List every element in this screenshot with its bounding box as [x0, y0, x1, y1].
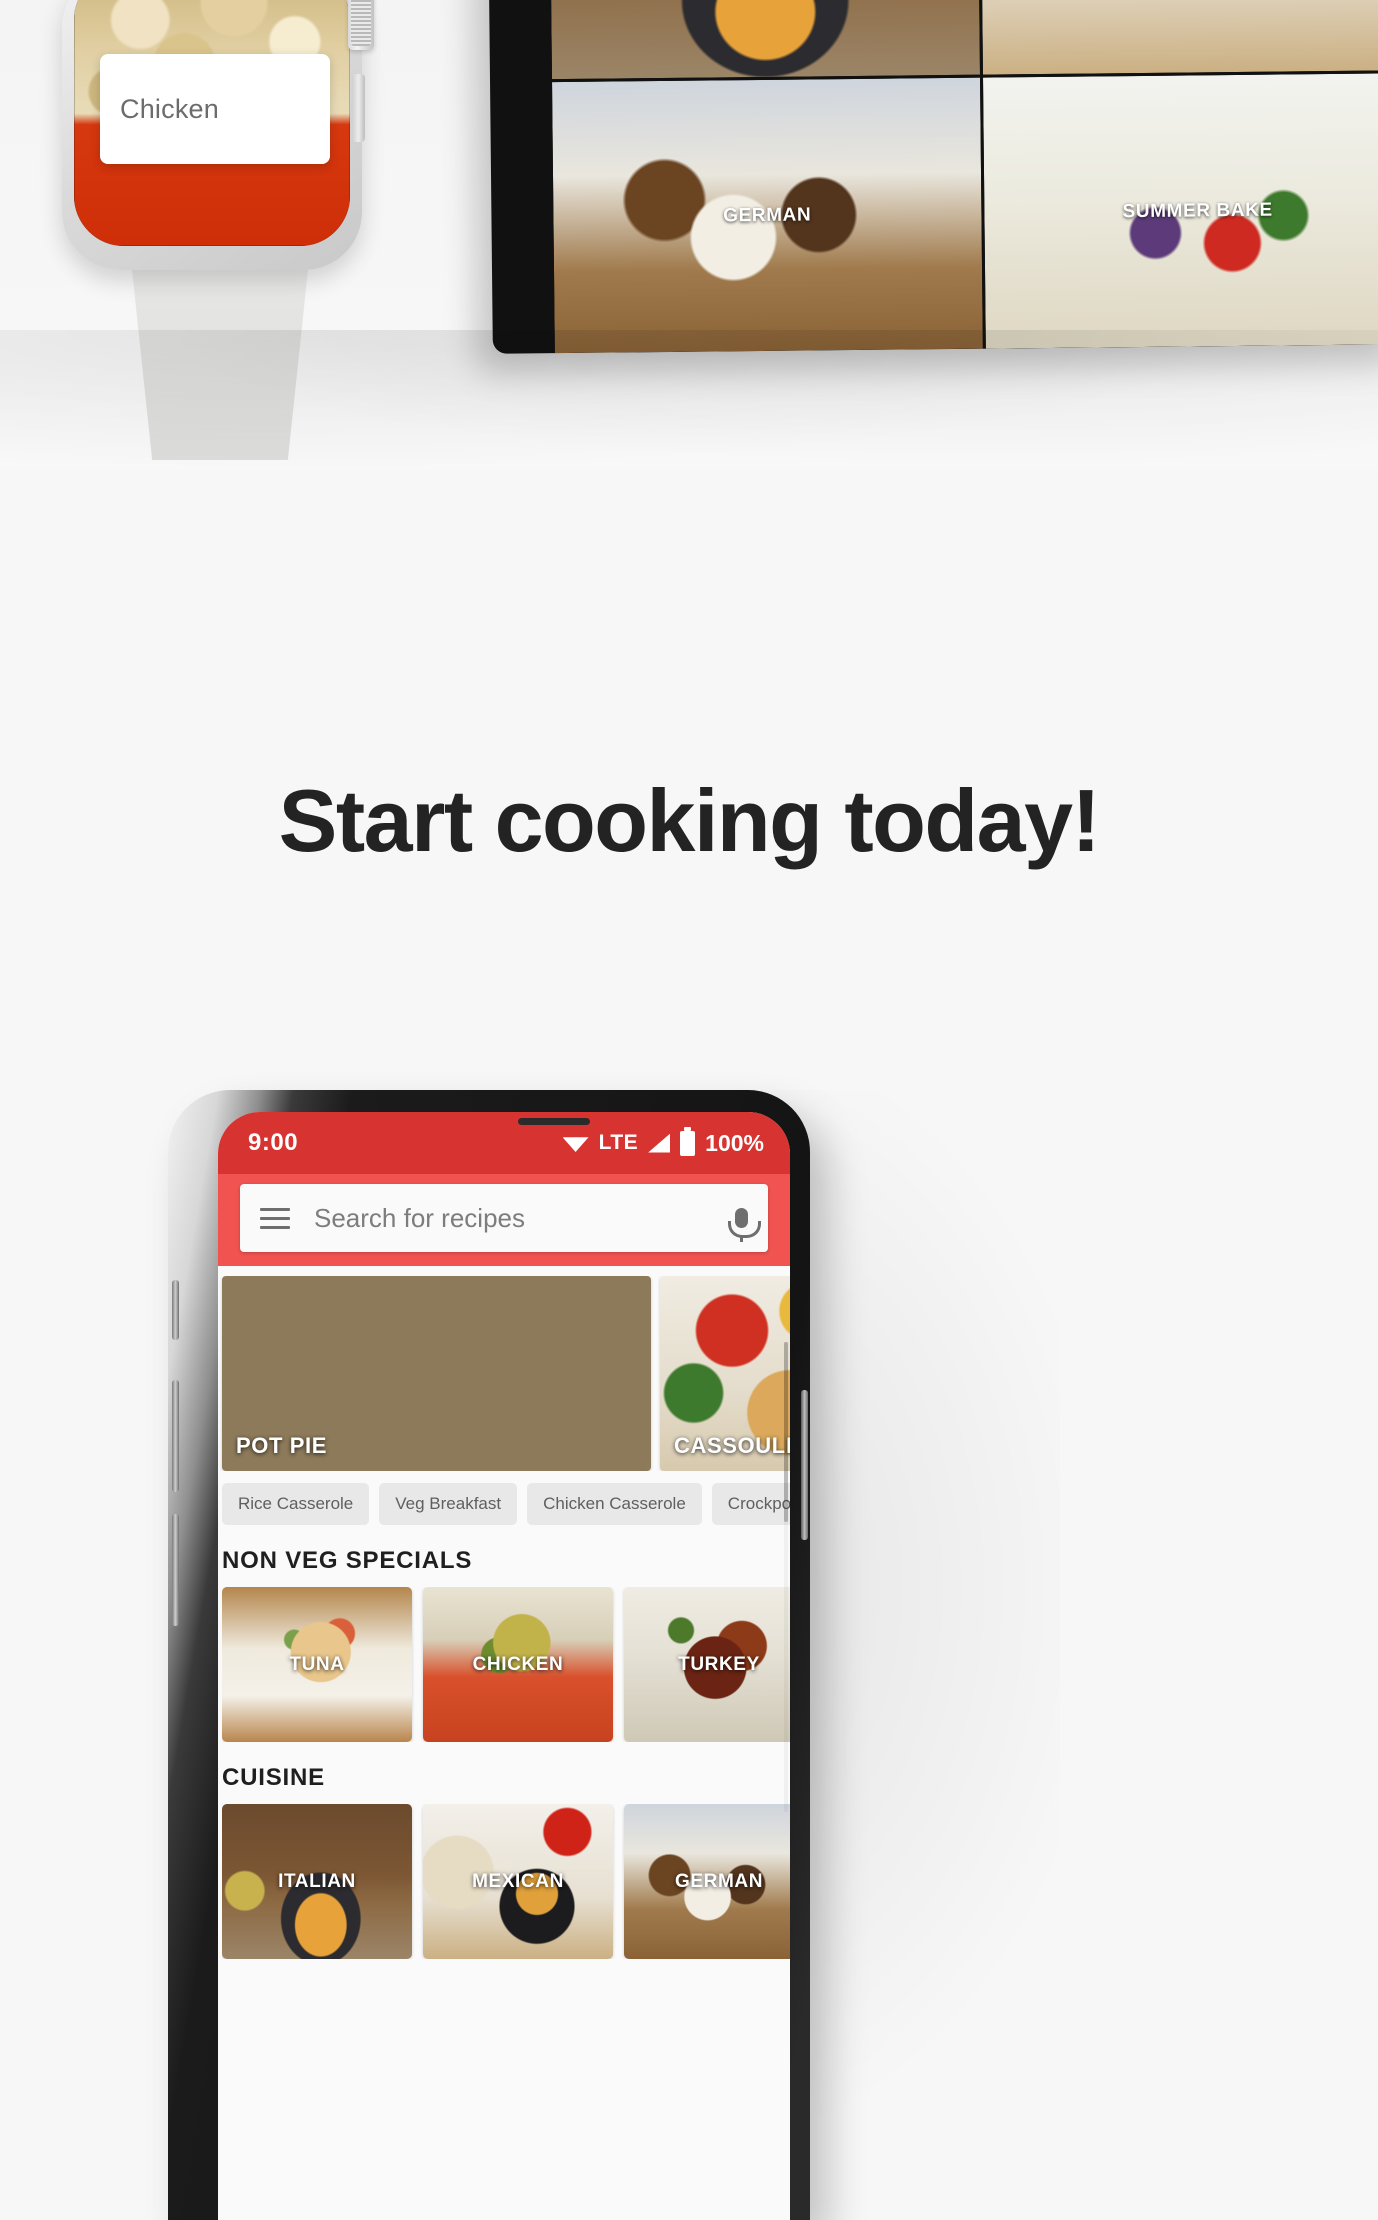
phone-volume-down-button[interactable]	[172, 1514, 179, 1626]
section-cuisine: CUISINE ITALIAN MEXICAN GERMAN	[218, 1742, 790, 1959]
chip-rice-casserole[interactable]: Rice Casserole	[222, 1483, 370, 1525]
hero-card-pot-pie[interactable]: POT PIE	[222, 1276, 651, 1471]
microphone-icon[interactable]	[728, 1208, 761, 1242]
card-label: TURKEY	[678, 1653, 760, 1675]
phone-mute-button[interactable]	[172, 1280, 179, 1340]
search-input[interactable]: Search for recipes	[314, 1203, 735, 1234]
tablet-tile-mexican[interactable]: MEXICAN	[979, 0, 1378, 75]
italian-dish-image	[549, 0, 980, 80]
chip-chicken-casserole[interactable]: Chicken Casserole	[527, 1483, 702, 1525]
card-german[interactable]: GERMAN	[624, 1804, 790, 1959]
search-bar[interactable]: Search for recipes	[240, 1184, 768, 1252]
chip-crockpot-seafood[interactable]: Crockpot Seafood	[711, 1483, 790, 1525]
card-label: GERMAN	[674, 1870, 764, 1892]
phone-earpiece-speaker	[518, 1118, 590, 1125]
battery-percentage-label: 100%	[705, 1129, 764, 1156]
tablet-tile-italian[interactable]: ITALIAN	[549, 0, 980, 80]
tablet-tile-summer-bake[interactable]: SUMMER BAKE	[982, 73, 1378, 349]
phone-device: 9:00 LTE 100% Search for recipes POT PIE…	[168, 1090, 810, 2220]
scrollbar-thumb[interactable]	[784, 1342, 788, 1522]
hero-card-label: POT PIE	[236, 1433, 327, 1458]
hero-card-cassoulet[interactable]: CASSOULET	[660, 1276, 790, 1471]
mexican-dish-image	[979, 0, 1378, 75]
card-label: MEXICAN	[472, 1870, 564, 1892]
page-headline: Start cooking today!	[278, 771, 1101, 870]
watch-recipe-card[interactable]: Chicken	[100, 54, 330, 164]
wifi-icon	[562, 1137, 589, 1152]
status-bar-time: 9:00	[248, 1129, 299, 1156]
card-label: CHICKEN	[472, 1653, 564, 1675]
card-label: ITALIAN	[278, 1870, 356, 1892]
tablet-device: ITALIAN MEXICAN GERMAN SUMMER BAKE	[487, 0, 1378, 354]
watch-body: Chicken	[62, 0, 362, 270]
section-card-row[interactable]: ITALIAN MEXICAN GERMAN	[222, 1804, 790, 1959]
smartwatch-device: Chicken	[62, 0, 392, 470]
card-turkey[interactable]: TURKEY	[624, 1587, 790, 1742]
card-mexican[interactable]: MEXICAN	[423, 1804, 613, 1959]
chip-veg-breakfast[interactable]: Veg Breakfast	[379, 1483, 518, 1525]
network-type-label: LTE	[598, 1131, 639, 1154]
phone-screen: 9:00 LTE 100% Search for recipes POT PIE…	[218, 1112, 790, 2220]
tablet-cuisine-grid: ITALIAN MEXICAN GERMAN SUMMER BAKE	[549, 0, 1378, 354]
tablet-tile-label: GERMAN	[723, 203, 812, 226]
signal-icon	[648, 1133, 671, 1153]
watch-side-button[interactable]	[352, 74, 365, 142]
tablet-tile-label: SUMMER BAKE	[1122, 199, 1273, 222]
app-content: POT PIE CASSOULET Rice Casserole Veg Bre…	[218, 1266, 790, 2220]
card-chicken[interactable]: CHICKEN	[423, 1587, 613, 1742]
section-title: CUISINE	[222, 1764, 325, 1791]
watch-recipe-label: Chicken	[120, 93, 219, 124]
hero-card-label: CASSOULET	[674, 1433, 790, 1458]
search-region: Search for recipes	[218, 1174, 790, 1266]
card-label: TUNA	[289, 1653, 345, 1675]
card-italian[interactable]: ITALIAN	[222, 1804, 412, 1959]
top-device-stage: ITALIAN MEXICAN GERMAN SUMMER BAKE Chick…	[0, 0, 1378, 470]
phone-power-button[interactable]	[801, 1390, 808, 1540]
watch-digital-crown[interactable]	[348, 0, 374, 50]
phone-volume-up-button[interactable]	[172, 1380, 179, 1492]
watch-screen: Chicken	[74, 0, 350, 246]
section-title: NON VEG SPECIALS	[222, 1547, 473, 1574]
tablet-tile-german[interactable]: GERMAN	[552, 77, 983, 354]
status-bar-indicators: LTE 100%	[562, 1126, 764, 1157]
section-card-row[interactable]: TUNA CHICKEN TURKEY	[222, 1587, 790, 1742]
status-bar: 9:00 LTE 100%	[218, 1112, 790, 1174]
card-tuna[interactable]: TUNA	[222, 1587, 412, 1742]
hero-carousel[interactable]: POT PIE CASSOULET	[218, 1276, 790, 1471]
battery-icon	[680, 1126, 696, 1156]
hamburger-menu-icon[interactable]	[260, 1207, 290, 1229]
section-non-veg-specials: NON VEG SPECIALS TUNA CHICKEN TURKEY	[218, 1525, 790, 1742]
suggestion-chips[interactable]: Rice Casserole Veg Breakfast Chicken Cas…	[218, 1471, 790, 1525]
